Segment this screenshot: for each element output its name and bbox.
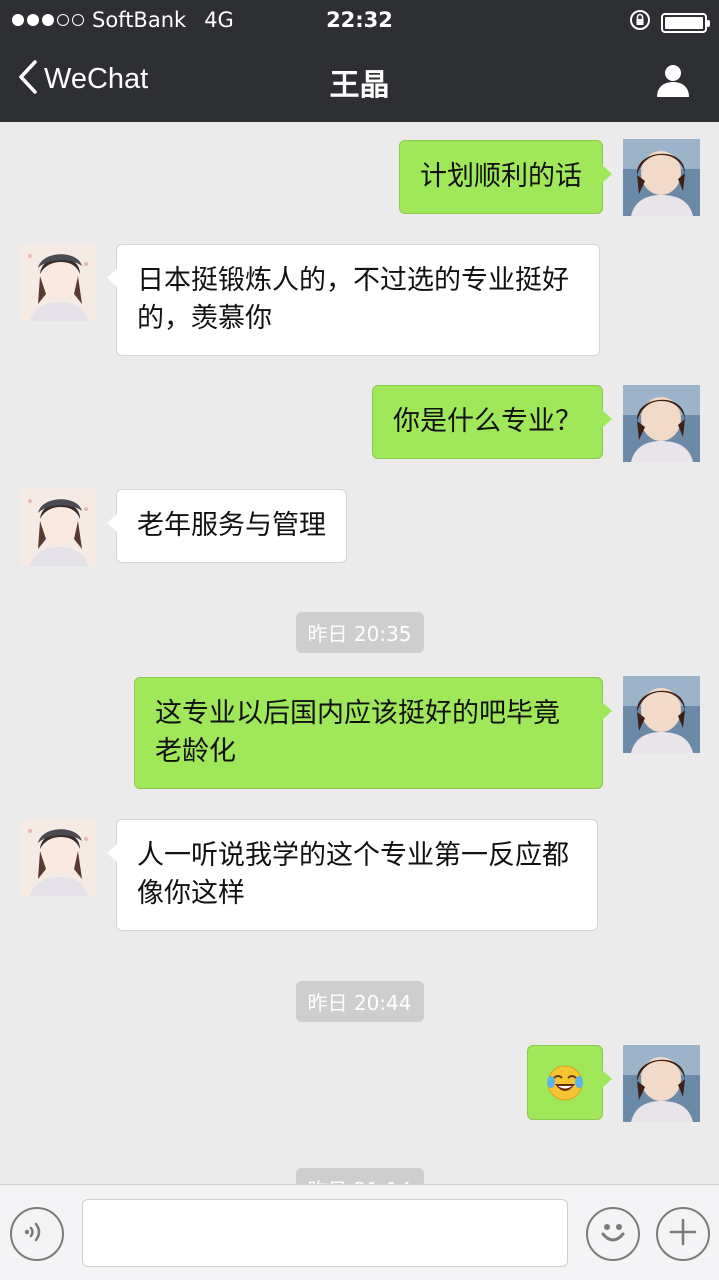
status-bar: SoftBank 4G 22:32 bbox=[0, 0, 719, 40]
my-avatar[interactable] bbox=[623, 139, 700, 216]
contact-avatar[interactable] bbox=[20, 489, 97, 566]
my-avatar[interactable] bbox=[623, 1045, 700, 1122]
chat-messages[interactable]: 计划顺利的话 日本挺锻炼人的，不过选的专业挺好的，羡慕你 你是什么专业？ 老年服… bbox=[0, 122, 719, 1184]
contact-profile-button[interactable] bbox=[655, 62, 691, 102]
status-right bbox=[629, 9, 710, 36]
message-text: 这专业以后国内应该挺好的吧毕竟老龄化 bbox=[155, 698, 560, 767]
my-avatar[interactable] bbox=[623, 385, 700, 462]
sent-message-bubble[interactable]: 这专业以后国内应该挺好的吧毕竟老龄化 bbox=[134, 677, 612, 789]
emoji-icon bbox=[596, 1215, 630, 1253]
emoji-button[interactable] bbox=[586, 1207, 640, 1261]
my-avatar[interactable] bbox=[623, 676, 700, 753]
plus-icon bbox=[668, 1217, 698, 1251]
message-text: 人一听说我学的这个专业第一反应都像你这样 bbox=[137, 840, 569, 909]
person-icon bbox=[655, 65, 691, 102]
contact-avatar[interactable] bbox=[20, 819, 97, 896]
sent-message-bubble[interactable]: 😂 bbox=[527, 1045, 612, 1120]
input-bar bbox=[0, 1184, 719, 1280]
received-message-bubble[interactable]: 日本挺锻炼人的，不过选的专业挺好的，羡慕你 bbox=[107, 244, 600, 356]
message-input[interactable] bbox=[82, 1199, 568, 1267]
contact-avatar[interactable] bbox=[20, 244, 97, 321]
message-text: 日本挺锻炼人的，不过选的专业挺好的，羡慕你 bbox=[137, 265, 569, 334]
timestamp-label: 昨日 20:44 bbox=[295, 981, 424, 1022]
nav-bar: WeChat 王晶 bbox=[0, 40, 719, 122]
voice-input-button[interactable] bbox=[10, 1207, 64, 1261]
sent-message-bubble[interactable]: 你是什么专业？ bbox=[372, 385, 612, 459]
timestamp-divider: 昨日 21:14 bbox=[0, 1168, 719, 1184]
rotation-lock-icon bbox=[629, 9, 651, 36]
timestamp-divider: 昨日 20:35 bbox=[0, 612, 719, 653]
received-message-bubble[interactable]: 老年服务与管理 bbox=[107, 489, 347, 563]
battery-icon bbox=[661, 12, 710, 33]
laughing-crying-emoji bbox=[546, 1064, 584, 1102]
message-text: 老年服务与管理 bbox=[137, 510, 326, 541]
clock: 22:32 bbox=[326, 8, 393, 32]
chat-title: 王晶 bbox=[329, 68, 390, 103]
sent-message-bubble[interactable]: 计划顺利的话 bbox=[399, 140, 612, 214]
timestamp-label: 昨日 20:35 bbox=[295, 612, 424, 653]
message-text: 你是什么专业？ bbox=[393, 406, 582, 437]
voice-icon bbox=[22, 1217, 52, 1251]
timestamp-label: 昨日 21:14 bbox=[295, 1168, 424, 1184]
more-options-button[interactable] bbox=[656, 1207, 710, 1261]
received-message-bubble[interactable]: 人一听说我学的这个专业第一反应都像你这样 bbox=[107, 819, 598, 931]
timestamp-divider: 昨日 20:44 bbox=[0, 981, 719, 1022]
message-text: 计划顺利的话 bbox=[420, 161, 582, 192]
